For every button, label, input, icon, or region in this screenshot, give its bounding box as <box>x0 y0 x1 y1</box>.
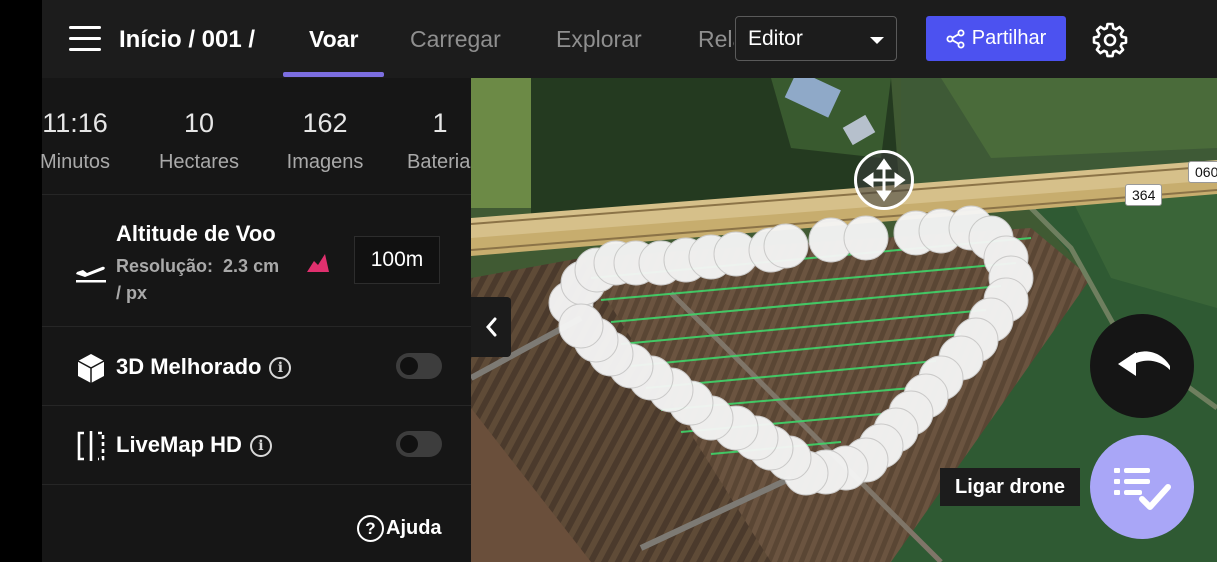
info-icon[interactable]: i <box>269 357 292 380</box>
terrain-follow-icon[interactable] <box>305 250 331 276</box>
option-livemap-hd: LiveMap HD i <box>42 406 471 484</box>
hamburger-icon[interactable] <box>69 26 101 54</box>
toggle-3d-enhanced[interactable] <box>396 353 442 379</box>
help-button[interactable]: ? Ajuda <box>357 515 442 542</box>
move-icon <box>862 158 906 202</box>
chevron-left-icon <box>486 317 497 337</box>
breadcrumb[interactable]: Início / 001 / <box>119 26 255 54</box>
stat-minutes: 11:16 Minutos <box>39 108 111 173</box>
checklist-icon <box>1114 468 1171 510</box>
divider <box>42 484 471 485</box>
divider <box>42 326 471 327</box>
stat-images: 162 Imagens <box>286 108 364 173</box>
gear-icon[interactable] <box>1092 22 1128 58</box>
mode-select[interactable]: Editor <box>735 16 897 61</box>
livemap-icon <box>77 431 105 461</box>
toggle-livemap-hd[interactable] <box>396 431 442 457</box>
stat-battery: 1 Bateria <box>407 108 471 173</box>
help-icon: ? <box>357 515 384 542</box>
option-label: 3D Melhorado i <box>116 354 292 380</box>
undo-icon <box>1118 351 1170 376</box>
road-label: 060 <box>1188 161 1217 183</box>
share-icon <box>946 29 965 48</box>
flight-stats: 11:16 Minutos 10 Hectares 162 Imagens 1 … <box>40 78 471 194</box>
road-label: 364 <box>1125 184 1163 206</box>
info-icon[interactable]: i <box>249 435 272 458</box>
altitude-input[interactable]: 100m <box>354 236 440 284</box>
active-tab-indicator <box>283 72 384 77</box>
flight-settings-panel: 11:16 Minutos 10 Hectares 162 Imagens 1 … <box>40 78 471 562</box>
tab-carregar[interactable]: Carregar <box>410 26 501 53</box>
share-label: Partilhar <box>971 27 1047 49</box>
resolution-text: Resolução: 2.3 cm / px <box>116 256 280 303</box>
undo-button[interactable] <box>1090 314 1194 418</box>
top-bar: Início / 001 / Voar Carregar Explorar Re… <box>42 0 1217 78</box>
tab-relatorios[interactable]: Relatórios <box>698 26 734 53</box>
option-3d-enhanced: 3D Melhorado i <box>42 328 471 406</box>
flight-altitude-row: Altitude de Voo Resolução: 2.3 cm / px 1… <box>42 194 471 326</box>
airplane-takeoff-icon <box>76 266 106 283</box>
tab-voar[interactable]: Voar <box>309 26 358 53</box>
share-button[interactable]: Partilhar <box>926 16 1066 61</box>
connect-drone-label: Ligar drone <box>940 468 1080 506</box>
chevron-down-icon <box>870 37 884 44</box>
mode-select-value: Editor <box>748 26 803 50</box>
cube-icon <box>77 354 105 383</box>
move-area-handle[interactable] <box>854 150 914 210</box>
altitude-title: Altitude de Voo <box>116 221 276 246</box>
option-label: LiveMap HD i <box>116 432 272 458</box>
tab-explorar[interactable]: Explorar <box>556 26 642 53</box>
collapse-panel-button[interactable] <box>471 297 511 357</box>
screen-edge <box>0 0 42 562</box>
connect-drone-button[interactable] <box>1090 435 1194 539</box>
stat-hectares: 10 Hectares <box>158 108 240 173</box>
